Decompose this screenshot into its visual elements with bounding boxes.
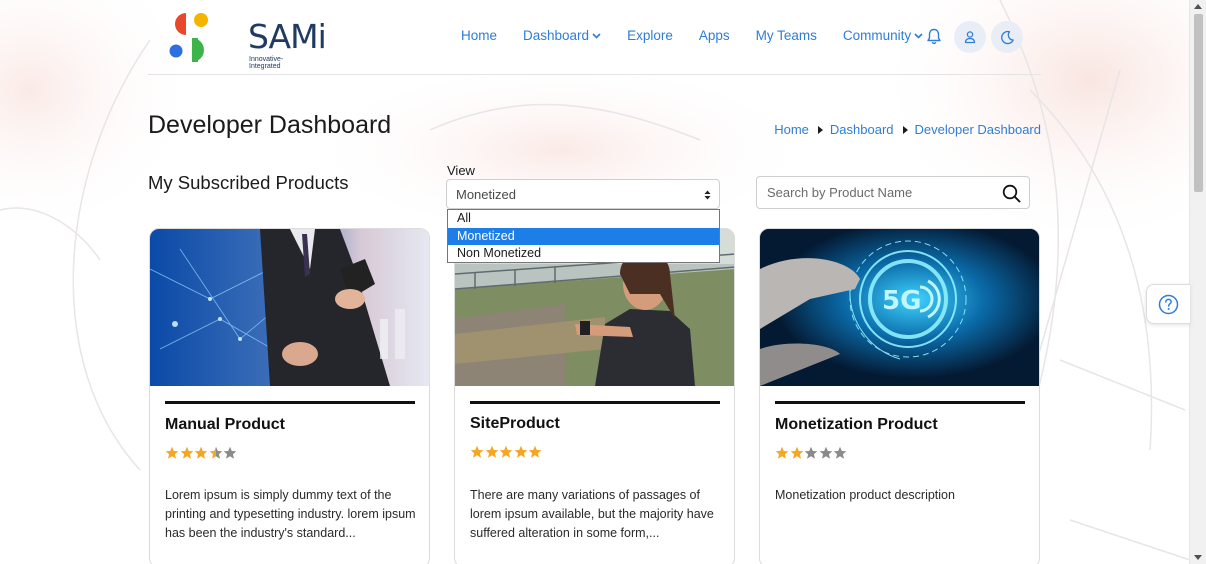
view-option-monetized[interactable]: Monetized — [448, 227, 719, 245]
star-half-icon — [209, 446, 222, 459]
user-icon — [964, 31, 976, 44]
product-card[interactable]: 5G Monetization Product Monetization pro… — [759, 228, 1040, 564]
nav-home[interactable]: Home — [461, 28, 497, 43]
product-rating — [165, 446, 238, 460]
search-input[interactable] — [767, 185, 997, 200]
search-icon[interactable] — [1002, 184, 1021, 203]
page-title: Developer Dashboard — [148, 111, 392, 139]
view-option-all[interactable]: All — [448, 210, 719, 228]
product-description: There are many variations of passages of… — [470, 488, 714, 540]
scroll-down-arrow-icon[interactable] — [1194, 555, 1202, 560]
caret-right-icon — [817, 125, 823, 134]
star-empty-icon — [223, 446, 237, 459]
product-rating — [470, 445, 543, 459]
product-description: Lorem ipsum is simply dummy text of the … — [165, 488, 416, 540]
vertical-scrollbar[interactable] — [1189, 0, 1206, 564]
brand-tagline: Innovative-Integrated — [249, 56, 284, 70]
user-profile-button[interactable] — [954, 21, 986, 53]
moon-icon — [1000, 30, 1014, 44]
breadcrumb: Home Dashboard Developer Dashboard — [774, 122, 1041, 137]
star-filled-icon — [775, 446, 789, 459]
star-empty-icon — [804, 446, 818, 459]
star-filled-icon — [470, 445, 484, 458]
card-divider — [775, 401, 1025, 404]
star-filled-icon — [514, 445, 527, 458]
star-empty-icon — [833, 446, 847, 459]
product-search — [756, 176, 1030, 209]
caret-right-icon — [902, 125, 908, 134]
star-filled-icon — [180, 446, 193, 459]
logo-mark-icon — [169, 13, 208, 62]
main-nav: Home Dashboard Explore Apps My Teams Com… — [461, 28, 949, 43]
star-empty-icon — [819, 446, 832, 459]
breadcrumb-dashboard[interactable]: Dashboard — [830, 122, 894, 137]
product-card[interactable]: Manual Product Lorem ipsum is simply dum… — [149, 228, 430, 564]
product-description: Monetization product description — [775, 488, 955, 502]
scrollbar-thumb[interactable] — [1194, 14, 1203, 192]
star-filled-icon — [790, 446, 803, 459]
view-select[interactable]: Monetized — [446, 179, 720, 209]
theme-toggle-button[interactable] — [991, 21, 1023, 53]
breadcrumb-developer-dashboard[interactable]: Developer Dashboard — [915, 122, 1041, 137]
product-title[interactable]: SiteProduct — [470, 415, 560, 433]
nav-dashboard[interactable]: Dashboard — [523, 28, 601, 43]
bell-icon — [927, 28, 941, 44]
star-filled-icon — [499, 445, 513, 458]
card-divider — [165, 401, 415, 404]
view-option-non-monetized[interactable]: Non Monetized — [448, 245, 719, 263]
product-rating — [775, 446, 848, 460]
star-filled-icon — [165, 446, 179, 459]
nav-my-teams[interactable]: My Teams — [756, 28, 817, 43]
breadcrumb-home[interactable]: Home — [774, 122, 809, 137]
nav-apps[interactable]: Apps — [699, 28, 730, 43]
view-select-value: Monetized — [456, 187, 516, 202]
chevron-down-icon — [592, 32, 601, 39]
brand-logo[interactable]: SAMi Innovative-Integrated — [168, 11, 327, 70]
star-filled-icon — [528, 445, 542, 458]
scroll-up-arrow-icon[interactable] — [1194, 4, 1202, 9]
help-button[interactable] — [1146, 284, 1190, 324]
question-circle-icon — [1158, 294, 1179, 314]
product-image: 5G — [760, 229, 1039, 386]
brand-name: SAMi — [248, 17, 327, 56]
nav-community[interactable]: Community — [843, 28, 923, 43]
nav-explore[interactable]: Explore — [627, 28, 673, 43]
star-filled-icon — [194, 446, 208, 459]
top-header: SAMi Innovative-Integrated Home Dashboar… — [148, 0, 1041, 75]
section-title: My Subscribed Products — [148, 172, 349, 193]
svg-text:5G: 5G — [882, 286, 921, 316]
view-dropdown-list: All Monetized Non Monetized — [447, 209, 720, 263]
product-image — [150, 229, 429, 386]
product-title[interactable]: Monetization Product — [775, 416, 938, 434]
select-arrows-icon — [704, 190, 711, 200]
product-title[interactable]: Manual Product — [165, 416, 285, 434]
view-label: View — [447, 163, 475, 178]
star-filled-icon — [485, 445, 498, 458]
notifications-button[interactable] — [918, 20, 950, 52]
product-card[interactable]: SiteProduct There are many variations of… — [454, 228, 735, 564]
card-divider — [470, 401, 720, 404]
